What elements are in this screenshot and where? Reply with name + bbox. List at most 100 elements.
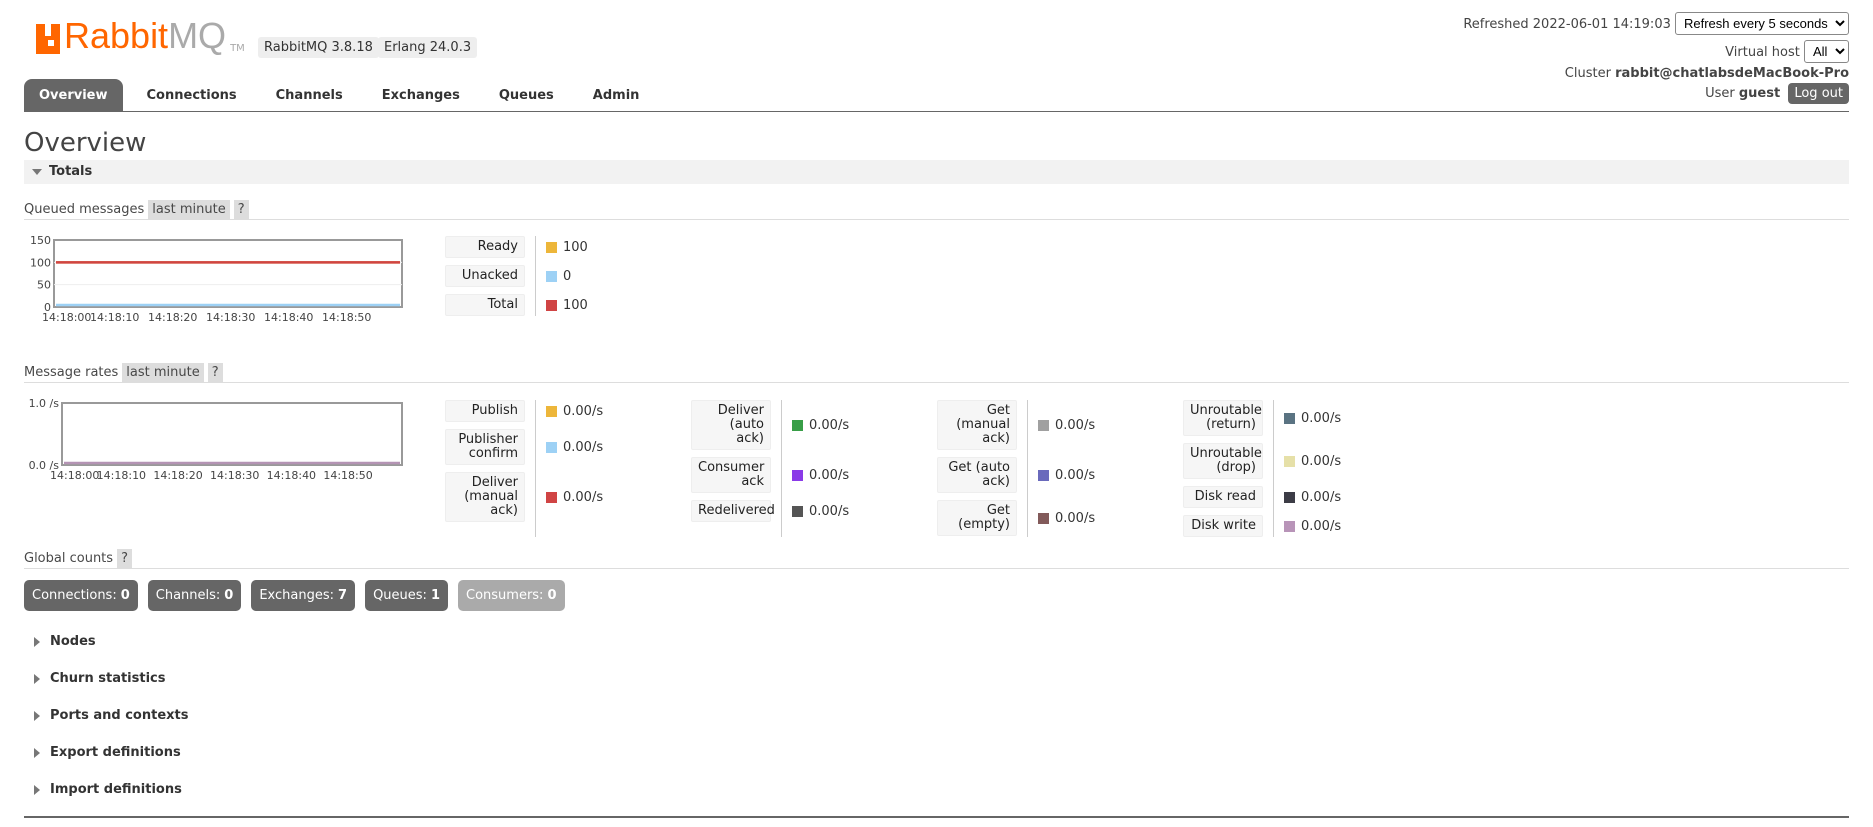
- totals-section-toggle[interactable]: Totals: [24, 160, 1849, 184]
- queued-messages-header: Queued messages last minute ?: [24, 199, 1849, 220]
- section-label: Ports and contexts: [50, 708, 189, 723]
- tab-admin[interactable]: Admin: [578, 79, 655, 111]
- legend-label: Unacked: [445, 265, 525, 287]
- collapse-triangle-icon: [32, 169, 42, 175]
- legend-value: 0.00/s: [1038, 500, 1137, 536]
- legend-labels: Get (manual ack) Get (auto ack) Get (empty…: [937, 400, 1027, 537]
- section-label: Nodes: [50, 634, 96, 649]
- x-tick-label: 14:18:30: [206, 311, 255, 324]
- rabbit-logo-icon: [36, 24, 60, 54]
- legend-value: 0.00/s: [1284, 515, 1383, 537]
- queued-range-toggle[interactable]: last minute: [148, 199, 230, 219]
- x-tick-label: 14:18:10: [90, 311, 139, 324]
- legend-value: 0.00/s: [1284, 443, 1383, 479]
- expand-triangle-icon: [34, 710, 40, 721]
- expand-triangle-icon: [34, 673, 40, 684]
- count-value: 0: [120, 588, 130, 603]
- count-value: 7: [338, 588, 348, 603]
- legend-labels: Deliver (auto ack) Consumer ack Redelivere…: [691, 400, 781, 537]
- legend-values: 0.00/s 0.00/s 0.00/s 0.00/s: [1273, 400, 1383, 537]
- expand-triangle-icon: [34, 784, 40, 795]
- section-toggle-export-definitions[interactable]: Export definitions: [34, 745, 181, 760]
- legend-value: 0.00/s: [546, 472, 645, 522]
- legend-label: Publisher confirm: [445, 429, 525, 465]
- legend-value: 0.00/s: [1284, 486, 1383, 508]
- legend-label: Disk write: [1183, 515, 1263, 537]
- count-label: Consumers:: [466, 588, 544, 603]
- legend-value-text: 0.00/s: [1301, 410, 1342, 426]
- legend-value: 0.00/s: [1038, 457, 1137, 493]
- tab-queues[interactable]: Queues: [484, 79, 569, 111]
- legend-label: Deliver (auto ack): [691, 400, 771, 450]
- legend-column: Unroutable (return) Unroutable (drop) Disk…: [1183, 400, 1383, 537]
- count-channels[interactable]: Channels: 0: [147, 580, 242, 611]
- section-toggle-import-definitions[interactable]: Import definitions: [34, 782, 182, 797]
- section-toggle-ports-and-contexts[interactable]: Ports and contexts: [34, 708, 188, 723]
- legend-label: Ready: [445, 236, 525, 258]
- rates-help-button[interactable]: ?: [207, 362, 223, 382]
- x-tick-label: 14:18:50: [322, 311, 371, 324]
- color-swatch-icon: [792, 505, 803, 517]
- legend-label: Get (manual ack): [937, 400, 1017, 450]
- legend-value-text: 0.00/s: [1055, 510, 1096, 526]
- legend-values: 0.00/s 0.00/s 0.00/s: [1027, 400, 1137, 537]
- legend-values: 0.00/s 0.00/s 0.00/s: [781, 400, 891, 537]
- vhost-label: Virtual host: [1725, 45, 1800, 60]
- legend-value-text: 0: [563, 268, 572, 284]
- color-swatch-icon: [1038, 512, 1049, 524]
- color-swatch-icon: [546, 405, 557, 417]
- legend-value-text: 0.00/s: [809, 467, 850, 483]
- legend-column: Deliver (auto ack) Consumer ack Redelivere…: [691, 400, 891, 537]
- global-counts-title: Global counts: [24, 550, 114, 566]
- message-rates-legend: Publish Publisher confirm Deliver (manual …: [445, 400, 1429, 537]
- legend-value: 0.00/s: [792, 457, 891, 493]
- rates-range-toggle[interactable]: last minute: [122, 362, 204, 382]
- count-connections[interactable]: Connections: 0: [24, 580, 138, 611]
- count-value: 1: [430, 588, 440, 603]
- x-tick-label: 14:18:30: [210, 469, 259, 482]
- refreshed-timestamp: Refreshed 2022-06-01 14:19:03: [1463, 17, 1671, 32]
- legend-value-text: 0.00/s: [809, 417, 850, 433]
- message-rates-header: Message rates last minute ?: [24, 362, 1849, 383]
- color-swatch-icon: [1038, 419, 1049, 431]
- vhost-select[interactable]: All: [1804, 40, 1849, 63]
- section-label: Churn statistics: [50, 671, 166, 686]
- legend-value-text: 100: [563, 297, 588, 313]
- queued-help-button[interactable]: ?: [233, 199, 249, 219]
- erlang-badge: Erlang 24.0.3: [378, 37, 478, 58]
- tab-overview[interactable]: Overview: [24, 79, 123, 111]
- count-value: 0: [547, 588, 557, 603]
- legend-column: Ready Unacked Total 100 0 100: [445, 236, 645, 316]
- section-toggle-churn-statistics[interactable]: Churn statistics: [34, 671, 166, 686]
- color-swatch-icon: [546, 491, 557, 503]
- count-exchanges[interactable]: Exchanges: 7: [251, 580, 356, 611]
- count-consumers[interactable]: Consumers: 0: [458, 580, 565, 611]
- y-tick-label: 50: [37, 279, 51, 292]
- color-swatch-icon: [546, 270, 557, 282]
- legend-label: Deliver (manual ack): [445, 472, 525, 522]
- legend-label: Disk read: [1183, 486, 1263, 508]
- legend-label: Redelivered: [691, 500, 775, 522]
- vhost-row: Virtual host All: [1725, 40, 1849, 63]
- tab-exchanges[interactable]: Exchanges: [367, 79, 475, 111]
- refresh-interval-select[interactable]: Refresh every 5 seconds: [1675, 12, 1849, 35]
- legend-label: Get (auto ack): [937, 457, 1017, 493]
- tab-connections[interactable]: Connections: [132, 79, 252, 111]
- legend-value: 0.00/s: [546, 400, 645, 422]
- legend-value-text: 0.00/s: [563, 439, 604, 455]
- section-label: Export definitions: [50, 745, 181, 760]
- tab-channels[interactable]: Channels: [261, 79, 358, 111]
- color-swatch-icon: [546, 299, 557, 311]
- totals-label: Totals: [49, 164, 93, 179]
- x-tick-label: 14:18:10: [97, 469, 146, 482]
- x-tick-label: 14:18:40: [264, 311, 313, 324]
- section-toggle-nodes[interactable]: Nodes: [34, 634, 96, 649]
- count-queues[interactable]: Queues: 1: [365, 580, 448, 611]
- legend-value-text: 0.00/s: [1301, 489, 1342, 505]
- global-help-button[interactable]: ?: [117, 548, 132, 568]
- legend-value: 0.00/s: [792, 400, 891, 450]
- color-swatch-icon: [1284, 455, 1295, 467]
- legend-value-text: 0.00/s: [563, 489, 604, 505]
- page-title: Overview: [24, 128, 147, 158]
- expand-triangle-icon: [34, 636, 40, 647]
